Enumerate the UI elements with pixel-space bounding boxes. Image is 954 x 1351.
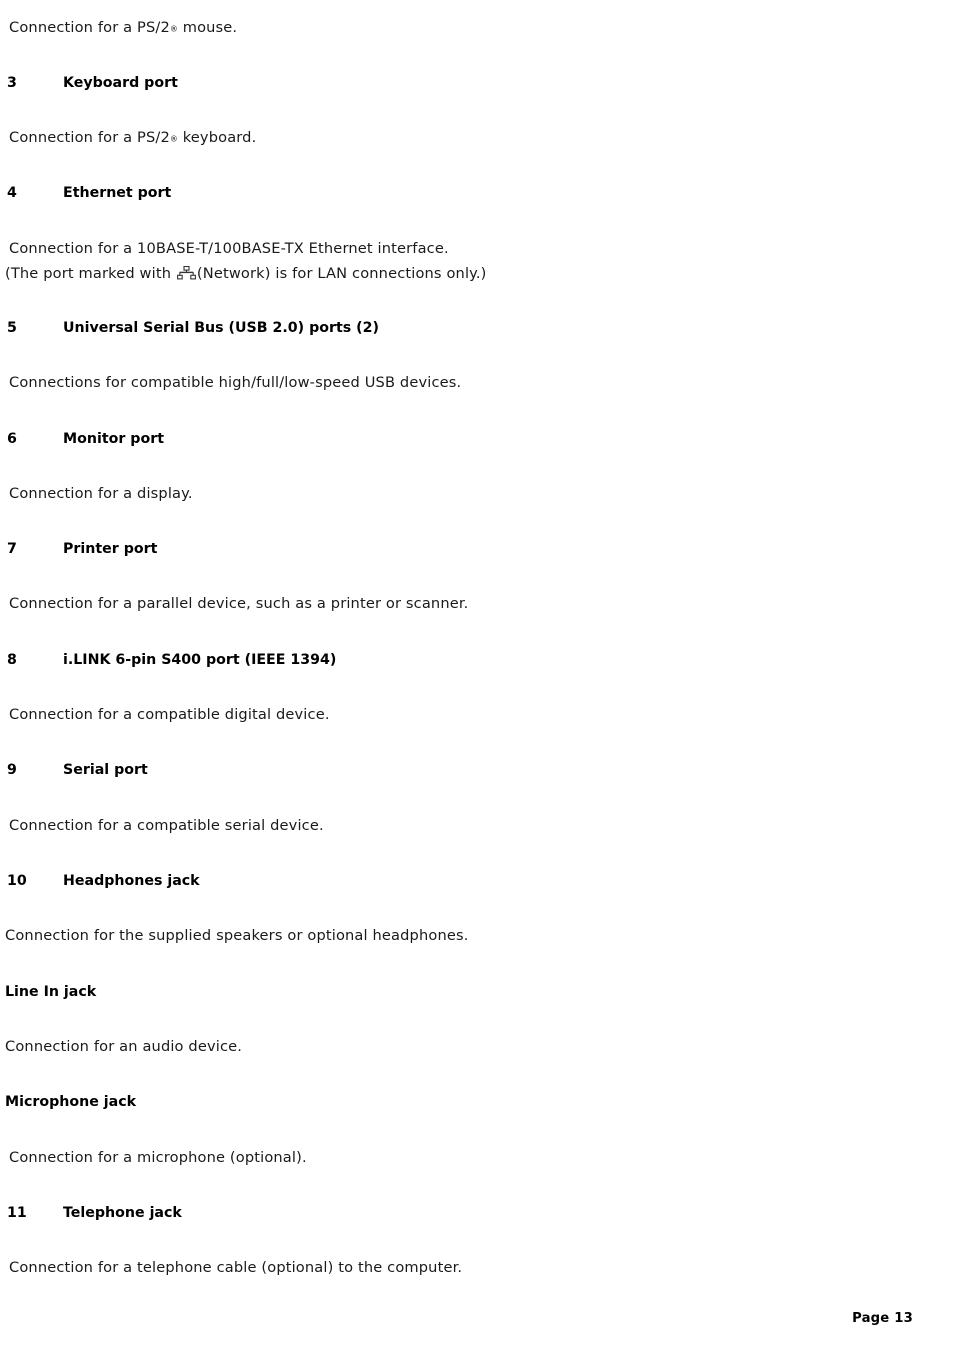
entry-number-5: 5 xyxy=(7,320,17,336)
entry-body-10: Connection for the supplied speakers or … xyxy=(5,927,469,944)
registered-mark-icon: ® xyxy=(169,134,178,144)
entry-number-9: 9 xyxy=(7,762,17,778)
entry-label-serial-port: Serial port xyxy=(63,762,148,778)
entry-number-4: 4 xyxy=(7,185,17,201)
entry-number-10: 10 xyxy=(7,873,27,889)
entry-number-11: 11 xyxy=(7,1205,27,1221)
intro-paragraph: Connection for a PS/2® mouse. xyxy=(9,19,238,36)
entry-label-monitor-port: Monitor port xyxy=(63,431,164,447)
body-text-after: keyboard. xyxy=(177,129,257,146)
registered-mark-icon: ® xyxy=(169,24,178,34)
entry-body-9: Connection for a compatible serial devic… xyxy=(9,817,324,834)
entry-number-6: 6 xyxy=(7,431,17,447)
entry-body-line-in: Connection for an audio device. xyxy=(5,1038,243,1055)
entry-label-microphone-jack: Microphone jack xyxy=(5,1094,137,1110)
entry-body-7: Connection for a parallel device, such a… xyxy=(9,595,469,612)
document-page: Connection for a PS/2® mouse. 3 Keyboard… xyxy=(0,0,954,1351)
entry-label-usb-ports: Universal Serial Bus (USB 2.0) ports (2) xyxy=(63,320,379,336)
network-icon xyxy=(176,266,196,281)
entry-label-headphones-jack: Headphones jack xyxy=(63,873,200,889)
intro-text-after: mouse. xyxy=(177,19,238,36)
body-text-before: Connection for a PS/2 xyxy=(9,129,170,146)
entry-body-6: Connection for a display. xyxy=(9,485,193,502)
entry-label-telephone-jack: Telephone jack xyxy=(63,1205,182,1221)
entry-body-11: Connection for a telephone cable (option… xyxy=(9,1259,463,1276)
entry-body-microphone: Connection for a microphone (optional). xyxy=(9,1149,307,1166)
entry-body-4-line-1: Connection for a 10BASE-T/100BASE-TX Eth… xyxy=(9,240,449,257)
entry-number-7: 7 xyxy=(7,541,17,557)
entry-label-ilink-port: i.LINK 6-pin S400 port (IEEE 1394) xyxy=(63,652,337,668)
entry-body-5: Connections for compatible high/full/low… xyxy=(9,374,462,391)
entry-body-3: Connection for a PS/2® keyboard. xyxy=(9,129,257,146)
entry-number-8: 8 xyxy=(7,652,17,668)
page-number-footer: Page 13 xyxy=(852,1311,913,1326)
entry-label-printer-port: Printer port xyxy=(63,541,158,557)
body-text-after: (Network) is for LAN connections only.) xyxy=(196,265,487,282)
entry-label-ethernet-port: Ethernet port xyxy=(63,185,172,201)
entry-body-8: Connection for a compatible digital devi… xyxy=(9,706,330,723)
entry-label-keyboard-port: Keyboard port xyxy=(63,75,178,91)
entry-label-line-in-jack: Line In jack xyxy=(5,984,97,1000)
entry-body-4-line-2: (The port marked with (Network) is for L… xyxy=(5,266,487,282)
intro-text-before: Connection for a PS/2 xyxy=(9,19,170,36)
body-text-before: (The port marked with xyxy=(5,265,176,282)
entry-number-3: 3 xyxy=(7,75,17,91)
